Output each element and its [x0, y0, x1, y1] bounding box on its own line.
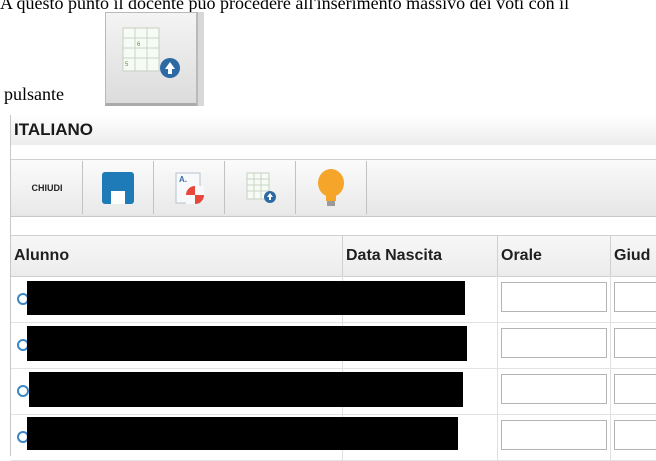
- lightbulb-icon: [318, 168, 344, 206]
- svg-text:A.: A.: [179, 175, 187, 184]
- orale-input[interactable]: [501, 374, 607, 404]
- giudizio-cell: [611, 276, 656, 322]
- giudizio-input[interactable]: [614, 328, 656, 358]
- subject-panel: ITALIANO CHIUDI A. Alunno Data Nascita O…: [10, 115, 656, 461]
- orale-cell: [498, 322, 611, 368]
- report-icon: A.: [175, 172, 204, 204]
- report-button[interactable]: A.: [154, 161, 225, 214]
- orale-cell: [498, 414, 611, 460]
- alunno-cell: [11, 368, 463, 414]
- column-header-alunno[interactable]: Alunno: [11, 236, 343, 276]
- document-pulsante-word: pulsante: [4, 84, 64, 104]
- orale-input[interactable]: [501, 282, 607, 312]
- column-header-orale[interactable]: Orale: [498, 236, 611, 276]
- table-row: [11, 414, 656, 461]
- orale-cell: [498, 276, 611, 322]
- subject-title: ITALIANO: [11, 115, 656, 145]
- table-row: [11, 276, 656, 323]
- row-select-radio[interactable]: [17, 385, 29, 397]
- grid-add-icon: 6 5: [122, 27, 180, 78]
- alunno-cell: [11, 276, 465, 322]
- giudizio-input[interactable]: [614, 420, 656, 450]
- orale-input[interactable]: [501, 328, 607, 358]
- orale-input[interactable]: [501, 420, 607, 450]
- suggestion-button[interactable]: [296, 161, 367, 214]
- table-row: [11, 368, 656, 415]
- toolbar: CHIUDI A.: [11, 159, 656, 217]
- grid-add-icon: [246, 172, 276, 203]
- document-intro-line: A questo punto il docente può procedere …: [0, 0, 570, 13]
- chiudi-label: CHIUDI: [31, 182, 63, 193]
- save-button[interactable]: [83, 161, 154, 214]
- grid-add-button-large[interactable]: 6 5: [105, 12, 197, 106]
- table-row: [11, 322, 656, 369]
- chiudi-button[interactable]: CHIUDI: [12, 161, 83, 214]
- grades-table-header: Alunno Data Nascita Orale Giud: [11, 235, 656, 277]
- data-nascita-cell: [343, 276, 498, 322]
- orale-cell: [498, 368, 611, 414]
- giudizio-cell: [611, 368, 656, 414]
- alunno-cell: [11, 322, 467, 368]
- grid-add-button[interactable]: [225, 161, 296, 214]
- data-nascita-cell: [343, 368, 498, 414]
- data-nascita-cell: [343, 414, 498, 460]
- alunno-cell: [11, 414, 458, 460]
- giudizio-input[interactable]: [614, 374, 656, 404]
- giudizio-input[interactable]: [614, 282, 656, 312]
- column-header-data-nascita[interactable]: Data Nascita: [343, 236, 498, 276]
- column-header-giudizio[interactable]: Giud: [611, 236, 656, 276]
- data-nascita-cell: [343, 322, 498, 368]
- save-icon: [102, 171, 134, 204]
- big-button-edge: [197, 12, 204, 106]
- giudizio-cell: [611, 322, 656, 368]
- giudizio-cell: [611, 414, 656, 460]
